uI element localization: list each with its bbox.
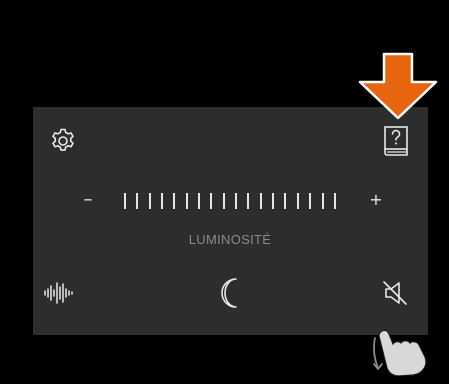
brightness-slider-tick[interactable] <box>161 193 164 209</box>
help-book-icon[interactable] <box>381 124 411 158</box>
brightness-slider-tick[interactable] <box>210 193 213 209</box>
moon-icon[interactable] <box>219 277 245 309</box>
brightness-slider[interactable] <box>124 193 336 209</box>
brightness-slider-tick[interactable] <box>173 193 176 209</box>
brightness-increase-button[interactable]: + <box>366 190 386 210</box>
brightness-decrease-button[interactable]: – <box>78 190 98 210</box>
brightness-slider-tick[interactable] <box>333 193 336 209</box>
brightness-slider-tick[interactable] <box>309 193 312 209</box>
brightness-slider-tick[interactable] <box>148 193 151 209</box>
brightness-slider-tick[interactable] <box>284 193 287 209</box>
speaker-mute-icon[interactable] <box>382 280 408 306</box>
sound-wave-icon[interactable] <box>43 281 75 305</box>
gear-icon[interactable] <box>50 128 76 154</box>
brightness-slider-tick[interactable] <box>321 193 324 209</box>
brightness-slider-tick[interactable] <box>247 193 250 209</box>
brightness-label: LUMINOSITÉ <box>188 232 272 247</box>
brightness-slider-tick[interactable] <box>136 193 139 209</box>
screen: – + LUMINOSITÉ <box>0 0 449 384</box>
down-arrow-indicator <box>358 52 438 120</box>
brightness-slider-tick[interactable] <box>198 193 201 209</box>
brightness-slider-tick[interactable] <box>124 193 126 209</box>
brightness-slider-tick[interactable] <box>259 193 262 209</box>
brightness-slider-tick[interactable] <box>222 193 225 209</box>
hand-swipe-gesture-icon <box>373 329 427 376</box>
brightness-slider-tick[interactable] <box>272 193 275 209</box>
brightness-slider-tick[interactable] <box>185 193 188 209</box>
brightness-slider-tick[interactable] <box>296 193 299 209</box>
brightness-slider-tick[interactable] <box>235 193 238 209</box>
